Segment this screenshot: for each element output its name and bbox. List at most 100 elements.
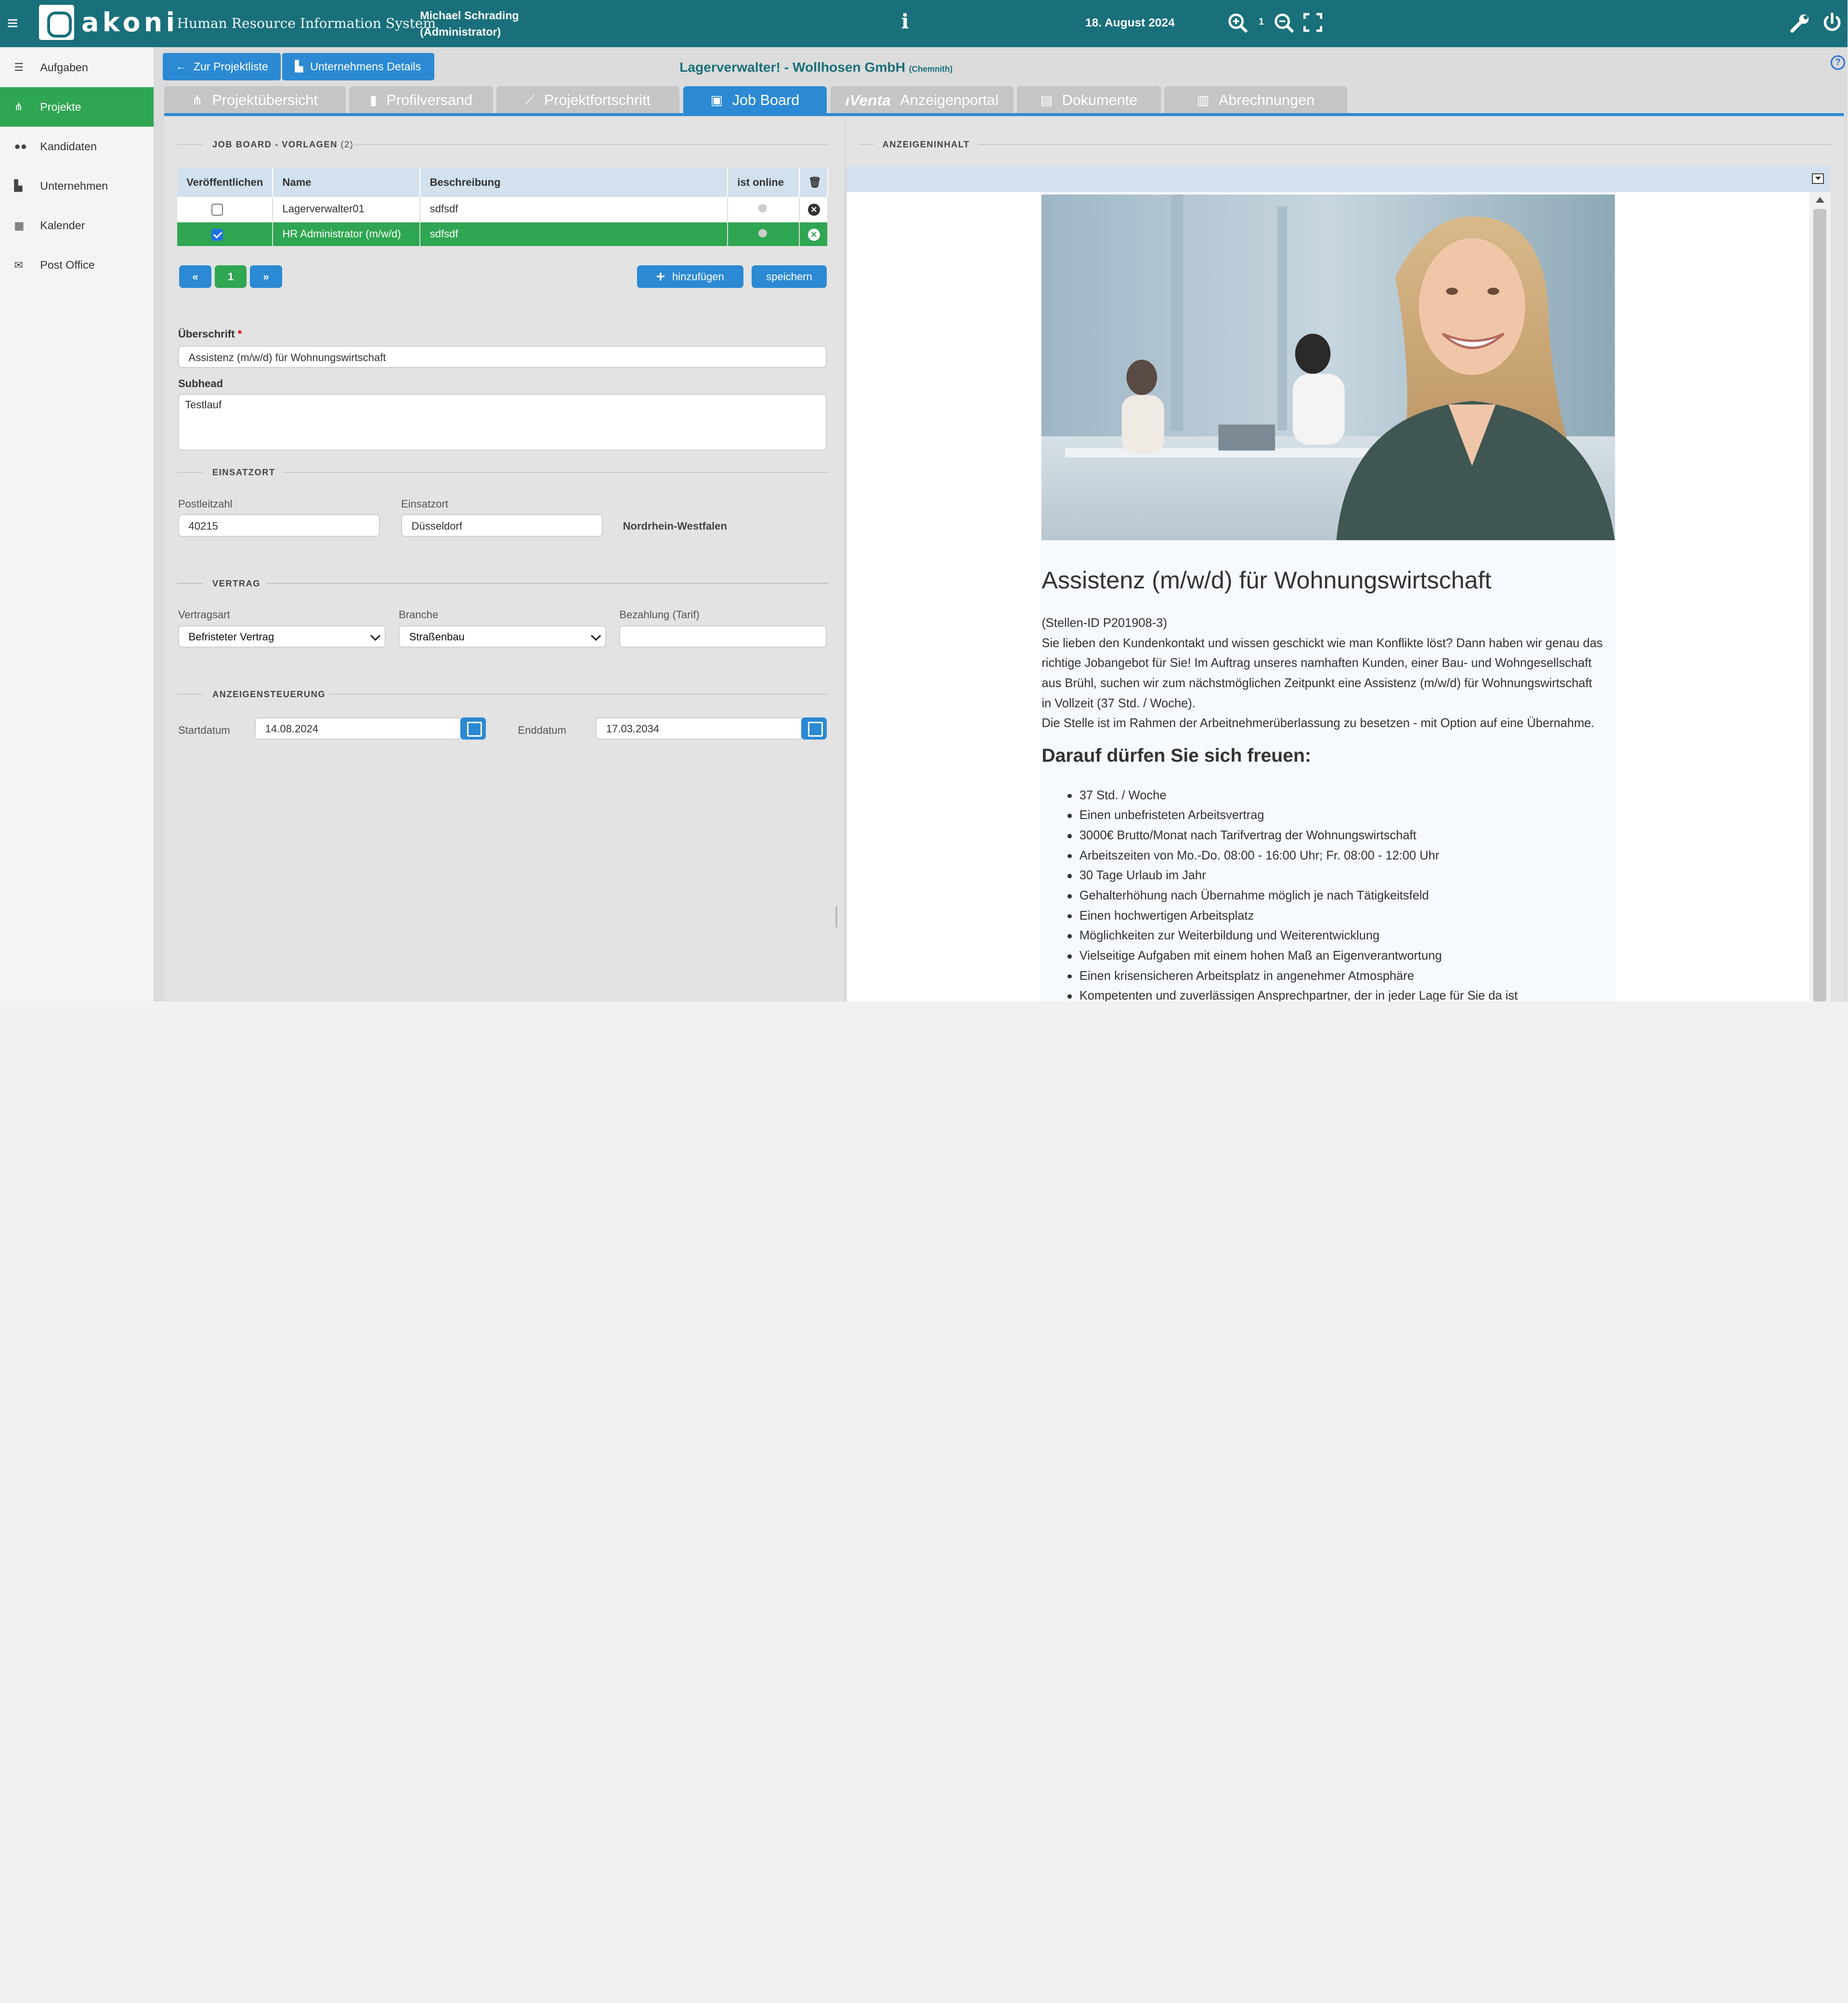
power-icon[interactable] (1822, 12, 1843, 33)
tab-projektuebersicht[interactable]: ⋔ Projektübersicht (164, 86, 346, 115)
delete-icon[interactable]: ✕ (808, 204, 820, 216)
section-title-location: EINSATZORT (212, 467, 275, 478)
publish-checkbox[interactable] (211, 229, 223, 241)
sitemap-icon: ⋔ (192, 92, 203, 107)
prev-page-button[interactable]: « (179, 265, 211, 288)
save-button[interactable]: speichern (751, 265, 827, 288)
template-description: sdfsdf (419, 197, 728, 222)
sidebar-item-label: Kalender (40, 219, 85, 232)
branch-select[interactable]: Straßenbau (399, 625, 607, 648)
column-header-name[interactable]: Name (272, 167, 420, 197)
zoom-out-icon[interactable] (1274, 13, 1295, 34)
place-label: Einsatzort (401, 497, 449, 510)
state-text: Nordrhein-Westfalen (623, 520, 728, 533)
list-item: 30 Tage Urlaub im Jahr (1067, 866, 1518, 886)
arrow-left-icon: ← (176, 60, 187, 73)
online-status-dot (758, 229, 767, 238)
list-item: Einen krisensicheren Arbeitsplatz in ang… (1067, 966, 1518, 987)
user-info[interactable]: Michael Schrading (Administrator) (420, 7, 519, 40)
menu-icon[interactable]: ≡ (7, 14, 18, 33)
ad-icon: ▣ (710, 92, 723, 107)
online-status-dot (758, 204, 767, 213)
list-item: 37 Std. / Woche (1067, 786, 1518, 806)
calendar-icon[interactable] (460, 717, 486, 740)
tab-anzeigenportal[interactable]: ıVenta Anzeigenportal (830, 86, 1014, 115)
column-header-online[interactable]: ist online (727, 167, 800, 197)
contract-type-select[interactable]: Befristeter Vertrag (178, 625, 386, 648)
user-name: Michael Schrading (420, 9, 519, 22)
dropdown-toggle-icon[interactable] (1812, 173, 1824, 184)
scroll-up-icon[interactable] (1815, 197, 1824, 203)
column-header-publish[interactable]: Veröffentlichen (177, 167, 273, 197)
tab-profilversand[interactable]: ▮ Profilversand (349, 86, 494, 115)
sidebar-item-kandidaten[interactable]: ●● Kandidaten (0, 127, 154, 166)
tab-abrechnungen[interactable]: ▥ Abrechnungen (1164, 86, 1347, 115)
tab-job-board[interactable]: ▣ Job Board (683, 86, 827, 115)
divider (978, 143, 1831, 145)
sidebar-item-label: Post Office (40, 259, 95, 272)
building-icon: ▙ (295, 60, 303, 73)
sidebar-item-label: Unternehmen (40, 179, 108, 192)
ad-scrollbar[interactable] (1809, 192, 1831, 1002)
building-chart-icon: ▙ (14, 180, 23, 192)
tab-label: Projektfortschritt (544, 91, 651, 108)
ad-title: Assistenz (m/w/d) für Wohnungswirtschaft (1041, 566, 1492, 594)
fullscreen-icon[interactable] (1303, 13, 1323, 32)
page-number-button[interactable]: 1 (214, 265, 247, 288)
left-panel (164, 117, 844, 1002)
list-item: Kompetenten und zuverlässigen Ansprechpa… (1067, 986, 1518, 1002)
contract-type-label: Vertragsart (178, 609, 230, 621)
wrench-icon[interactable] (1790, 12, 1811, 33)
help-icon[interactable]: ? (1831, 55, 1845, 70)
template-name: HR Administrator (m/w/d) (272, 221, 420, 247)
sidebar-item-aufgaben[interactable]: ☰ Aufgaben (0, 48, 154, 87)
tab-dokumente[interactable]: ▤ Dokumente (1016, 86, 1161, 115)
user-role: (Administrator) (420, 25, 501, 38)
splitter-handle[interactable] (835, 906, 838, 927)
publish-checkbox[interactable] (211, 204, 223, 216)
list-item: 3000€ Brutto/Monat nach Tarifvertrag der… (1067, 826, 1518, 846)
stellen-id: (Stellen-ID P201908-3) (1041, 616, 1167, 630)
sidebar-item-post-office[interactable]: ✉ Post Office (0, 246, 154, 285)
table-row[interactable]: Lagerverwalter01 sdfsdf ✕ (177, 197, 828, 222)
scroll-thumb[interactable] (1813, 208, 1826, 1002)
pay-input[interactable] (619, 625, 827, 648)
intro-line: in Vollzeit (37 Std. / Woche). (1041, 696, 1196, 710)
tab-label: Dokumente (1062, 91, 1138, 108)
templates-table: Veröffentlichen Name Beschreibung ist on… (177, 167, 828, 247)
section-title-templates: JOB BOARD - VORLAGEN (2) (212, 139, 354, 150)
trash-icon[interactable]: 🗑 (799, 167, 828, 197)
list-item: Arbeitszeiten von Mo.-Do. 08:00 - 16:00 … (1067, 846, 1518, 866)
tab-projektfortschritt[interactable]: ⟋ Projektfortschritt (496, 86, 680, 115)
end-date-input[interactable]: 17.03.2034 (596, 717, 804, 740)
sidebar-item-unternehmen[interactable]: ▙ Unternehmen (0, 166, 154, 206)
heading-input[interactable]: Assistenz (m/w/d) für Wohnungswirtschaft (178, 345, 827, 368)
current-date: 18. August 2024 (1085, 16, 1175, 30)
zip-input[interactable]: 40215 (178, 514, 380, 537)
ad-content: Assistenz (m/w/d) für Wohnungswirtschaft… (1040, 192, 1616, 1002)
info-icon[interactable]: i (901, 10, 909, 33)
section-title-ad-control: ANZEIGENSTEUERUNG (212, 689, 326, 699)
start-date-input[interactable]: 14.08.2024 (255, 717, 463, 740)
company-details-button[interactable]: ▙ Unternehmens Details (282, 53, 434, 80)
calendar-icon[interactable] (801, 717, 827, 740)
next-page-button[interactable]: » (250, 265, 282, 288)
column-header-description[interactable]: Beschreibung (419, 167, 728, 197)
place-input[interactable]: Düsseldorf (401, 514, 603, 537)
intro-line: Sie lieben den Kundenkontakt und wissen … (1041, 636, 1603, 650)
divider (177, 472, 203, 473)
end-date-label: Enddatum (518, 724, 567, 737)
back-to-projects-button[interactable]: ← Zur Projektliste (163, 53, 281, 80)
list-item: Einen hochwertigen Arbeitsplatz (1067, 906, 1518, 926)
sidebar-item-projekte[interactable]: ⋔ Projekte (0, 87, 154, 127)
top-bar: ≡ akoni Human Resource Information Syste… (0, 0, 1848, 47)
list-item: Gehalterhöhung nach Übernahme möglich je… (1067, 886, 1518, 906)
subhead-textarea[interactable]: Testlauf (178, 394, 827, 451)
zoom-in-icon[interactable] (1228, 13, 1249, 34)
subhead-label: Subhead (178, 377, 223, 390)
delete-icon[interactable]: ✕ (808, 229, 820, 241)
sidebar-item-kalender[interactable]: ▦ Kalender (0, 206, 154, 245)
add-template-button[interactable]: + hinzufügen (637, 265, 743, 288)
tab-label: Abrechnungen (1218, 91, 1315, 108)
table-row-selected[interactable]: HR Administrator (m/w/d) sdfsdf ✕ (177, 221, 828, 247)
